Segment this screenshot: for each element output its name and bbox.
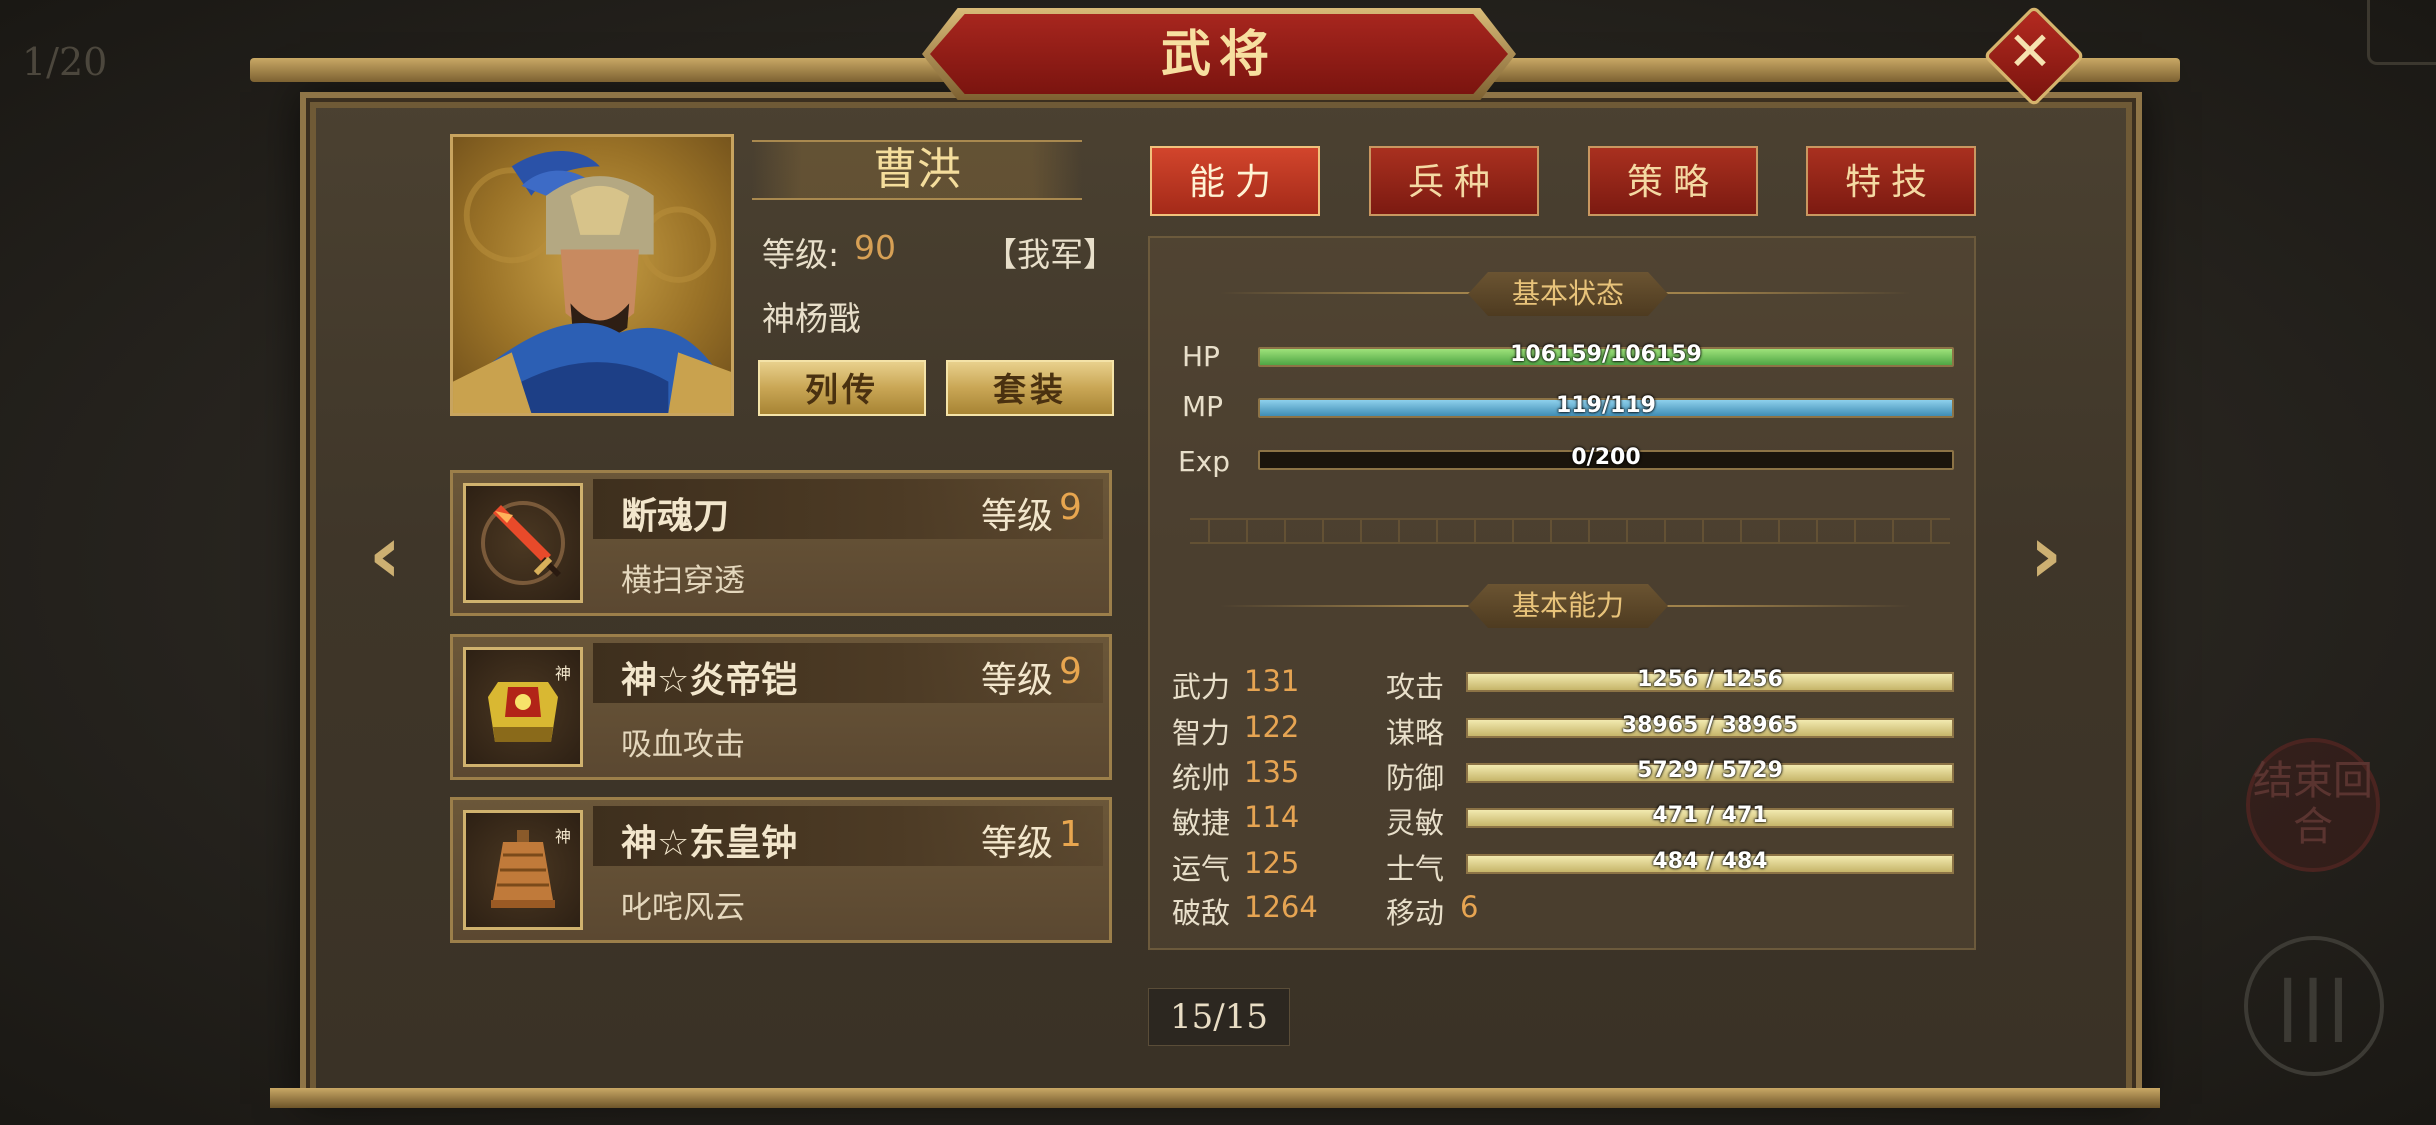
page-counter: 1/20: [22, 40, 108, 84]
attribute-value: 1264: [1244, 890, 1318, 924]
hero-name: 曹洪: [873, 144, 961, 195]
combat-stat-value: 38965 / 38965: [1621, 713, 1799, 738]
combat-stat-value: 484 / 484: [1652, 849, 1768, 874]
prev-hero-arrow-icon[interactable]: ‹: [355, 515, 415, 595]
combat-stat-name: 灵敏: [1386, 806, 1445, 840]
combat-stat-name: 攻击: [1386, 670, 1445, 704]
bottom-ornament-bar: [270, 1088, 2160, 1108]
close-icon[interactable]: ✕: [1990, 12, 2070, 92]
attribute-name: 破敌: [1172, 896, 1231, 930]
attribute-name: 武力: [1172, 670, 1231, 704]
menu-bars-icon[interactable]: |||: [2244, 936, 2384, 1076]
tab-troop-type[interactable]: 兵种: [1369, 146, 1539, 216]
hero-faction: 【我军】: [984, 235, 1116, 274]
move-value: 6: [1460, 890, 1479, 924]
corner-menu-button[interactable]: [2367, 0, 2436, 65]
move-label: 移动: [1386, 896, 1445, 930]
next-hero-arrow-icon[interactable]: ›: [2016, 515, 2076, 595]
tab-special-skill[interactable]: 特技: [1806, 146, 1976, 216]
hero-level-value: 90: [854, 228, 896, 267]
equipment-level: 1: [1059, 814, 1082, 855]
exp-label: Exp: [1178, 445, 1231, 478]
warrior-portrait-icon: [453, 150, 731, 413]
equipment-name: 神☆东皇钟: [621, 823, 798, 864]
attribute-value: 135: [1244, 755, 1300, 789]
svg-text:神: 神: [555, 664, 571, 683]
attribute-name: 智力: [1172, 716, 1231, 750]
biography-button[interactable]: 列传: [758, 360, 926, 416]
equipment-slot-accessory[interactable]: 神 神☆东皇钟 等级 1 叱咤风云: [450, 797, 1112, 943]
hero-class: 神杨戬: [762, 299, 861, 338]
attribute-value: 122: [1244, 710, 1300, 744]
combat-stat-value: 5729 / 5729: [1637, 758, 1783, 783]
red-blade-icon: [463, 483, 583, 603]
attribute-value: 114: [1244, 800, 1300, 834]
equipment-set-button[interactable]: 套装: [946, 360, 1114, 416]
ornament-divider: [1190, 518, 1950, 544]
svg-text:神: 神: [555, 827, 571, 846]
equipment-name: 神☆炎帝铠: [621, 660, 798, 701]
hp-label: HP: [1182, 340, 1220, 373]
tab-strategy[interactable]: 策略: [1588, 146, 1758, 216]
combat-stat-name: 防御: [1386, 761, 1445, 795]
hero-level-label: 等级:: [762, 235, 840, 274]
hero-portrait: [450, 134, 734, 416]
hp-value: 106159/106159: [1510, 342, 1702, 367]
bronze-bell-icon: 神: [463, 810, 583, 930]
attribute-value: 131: [1244, 664, 1300, 698]
equipment-level-label: 等级: [981, 660, 1054, 701]
gold-armor-icon: 神: [463, 647, 583, 767]
equipment-level: 9: [1059, 651, 1082, 692]
panel-title: 武将: [1161, 24, 1277, 83]
attribute-value: 125: [1244, 846, 1300, 880]
equipment-skill: 叱咤风云: [621, 890, 745, 926]
attribute-name: 运气: [1172, 852, 1231, 886]
attribute-name: 统帅: [1172, 761, 1231, 795]
combat-stat-name: 士气: [1386, 852, 1445, 886]
equipment-level-label: 等级: [981, 496, 1054, 537]
page-indicator: 15/15: [1148, 988, 1290, 1046]
combat-stat-value: 471 / 471: [1652, 803, 1768, 828]
basic-ability-title: 基本能力: [1468, 584, 1668, 628]
equipment-slot-armor[interactable]: 神 神☆炎帝铠 等级 9 吸血攻击: [450, 634, 1112, 780]
tab-ability[interactable]: 能力: [1150, 146, 1320, 216]
equipment-name: 断魂刀: [621, 496, 730, 537]
equipment-skill: 横扫穿透: [621, 563, 745, 599]
equipment-slot-weapon[interactable]: 断魂刀 等级 9 横扫穿透: [450, 470, 1112, 616]
equipment-level-label: 等级: [981, 823, 1054, 864]
end-turn-text: 结束回合: [2253, 758, 2373, 850]
exp-value: 0/200: [1571, 445, 1641, 470]
equipment-level: 9: [1059, 487, 1082, 528]
basic-status-title: 基本状态: [1468, 272, 1668, 316]
end-turn-label: 结束回合: [2246, 758, 2380, 850]
equipment-skill: 吸血攻击: [621, 727, 745, 763]
attribute-name: 敏捷: [1172, 806, 1231, 840]
mp-label: MP: [1182, 390, 1224, 423]
combat-stat-value: 1256 / 1256: [1637, 667, 1783, 692]
combat-stat-name: 谋略: [1386, 716, 1445, 750]
mp-value: 119/119: [1556, 393, 1656, 418]
